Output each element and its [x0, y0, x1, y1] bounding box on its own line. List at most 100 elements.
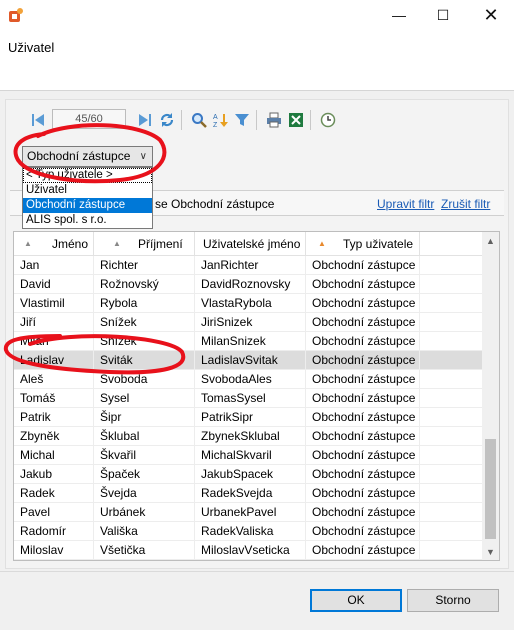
- table-cell: Svoboda: [94, 370, 195, 389]
- table-cell: PatrikSipr: [195, 408, 306, 427]
- table-cell: Snížek: [94, 332, 195, 351]
- svg-text:Z: Z: [213, 122, 218, 128]
- table-row[interactable]: Jakub Špaček JakubSpacek Obchodní zástupce: [14, 465, 484, 484]
- table-cell: Obchodní zástupce: [306, 446, 420, 465]
- users-table: ▲ Jméno ▲ Příjmení Uživatelské jméno ▲ T…: [13, 231, 500, 561]
- table-cell: Švejda: [94, 484, 195, 503]
- table-cell: TomasSysel: [195, 389, 306, 408]
- table-cell: MichalSkvaril: [195, 446, 306, 465]
- table-cell: Miloslav: [14, 541, 94, 560]
- table-cell: Jiří: [14, 313, 94, 332]
- scroll-up-icon[interactable]: ▲: [482, 232, 499, 249]
- table-cell: MilanSnizek: [195, 332, 306, 351]
- table-row[interactable]: Jiří Snížek JiriSnizek Obchodní zástupce: [14, 313, 484, 332]
- table-row[interactable]: Patrik Šipr PatrikSipr Obchodní zástupce: [14, 408, 484, 427]
- filter-icon[interactable]: [232, 110, 252, 130]
- first-record-icon[interactable]: [28, 110, 48, 130]
- table-row[interactable]: Michal Škvařil MichalSkvaril Obchodní zástu…: [14, 446, 484, 465]
- user-type-option-selected[interactable]: Obchodní zástupce: [23, 198, 152, 213]
- table-cell: Obchodní zástupce: [306, 332, 420, 351]
- table-cell: Urbánek: [94, 503, 195, 522]
- last-record-icon[interactable]: [135, 110, 155, 130]
- column-label: Uživatelské jméno: [203, 237, 301, 251]
- toolbar-separator: [256, 110, 257, 130]
- table-cell: Snížek: [94, 313, 195, 332]
- table-cell: DavidRoznovsky: [195, 275, 306, 294]
- table-cell: ZbynekSklubal: [195, 427, 306, 446]
- table-cell: Aleš: [14, 370, 94, 389]
- excel-export-icon[interactable]: [286, 110, 306, 130]
- table-row[interactable]: Ladislav Sviták LadislavSvitak Obchodní zás…: [14, 351, 484, 370]
- ok-button[interactable]: OK: [310, 589, 402, 612]
- maximize-button[interactable]: ☐: [420, 0, 466, 30]
- column-label: Příjmení: [138, 237, 183, 251]
- table-row[interactable]: Tomáš Sysel TomasSysel Obchodní zástupce: [14, 389, 484, 408]
- table-row[interactable]: Milan Snížek MilanSnizek Obchodní zástupce: [14, 332, 484, 351]
- table-cell: Richter: [94, 256, 195, 275]
- table-cell: Všetička: [94, 541, 195, 560]
- print-icon[interactable]: [264, 110, 284, 130]
- toolbar-separator: [310, 110, 311, 130]
- search-icon[interactable]: [189, 110, 209, 130]
- dialog-title: Uživatel: [8, 40, 55, 55]
- table-cell: Obchodní zástupce: [306, 313, 420, 332]
- table-row[interactable]: David Rožnovský DavidRoznovsky Obchodní zás…: [14, 275, 484, 294]
- table-cell: Radomír: [14, 522, 94, 541]
- table-row[interactable]: Vlastimil Rybola VlastaRybola Obchodní zást…: [14, 294, 484, 313]
- app-icon: [9, 8, 23, 22]
- svg-text:A: A: [213, 114, 218, 121]
- table-row[interactable]: Miloslav Všetička MiloslavVseticka Obchodní…: [14, 541, 484, 560]
- table-cell: Vališka: [94, 522, 195, 541]
- column-header-first-name[interactable]: ▲ Jméno: [14, 232, 94, 256]
- table-cell: Ladislav: [14, 351, 94, 370]
- user-type-select-value: Obchodní zástupce: [27, 149, 131, 163]
- column-header-user-type[interactable]: ▲ Typ uživatele: [306, 232, 420, 256]
- table-header: ▲ Jméno ▲ Příjmení Uživatelské jméno ▲ T…: [14, 232, 484, 256]
- table-row[interactable]: Radek Švejda RadekSvejda Obchodní zástupce: [14, 484, 484, 503]
- minimize-button[interactable]: —: [376, 0, 422, 30]
- table-cell: Michal: [14, 446, 94, 465]
- toolbar: 45/60 AZ: [20, 106, 350, 134]
- table-row[interactable]: Aleš Svoboda SvobodaAles Obchodní zástupce: [14, 370, 484, 389]
- table-cell: Sviták: [94, 351, 195, 370]
- clear-filter-link[interactable]: Zrušit filtr: [441, 197, 490, 211]
- user-type-option[interactable]: ALIS spol. s r.o.: [23, 213, 152, 228]
- user-type-option[interactable]: Uživatel: [23, 183, 152, 198]
- table-cell: Obchodní zástupce: [306, 256, 420, 275]
- history-icon[interactable]: [318, 110, 338, 130]
- scroll-thumb[interactable]: [485, 439, 496, 539]
- table-cell: JanRichter: [195, 256, 306, 275]
- column-header-username[interactable]: Uživatelské jméno: [195, 232, 306, 256]
- table-cell: RadekValiska: [195, 522, 306, 541]
- table-cell: VlastaRybola: [195, 294, 306, 313]
- user-type-option[interactable]: < Typ uživatele >: [23, 168, 152, 183]
- table-row[interactable]: Jan Richter JanRichter Obchodní zástupce: [14, 256, 484, 275]
- vertical-scrollbar[interactable]: ▲ ▼: [482, 232, 499, 560]
- user-type-select[interactable]: Obchodní zástupce ∨: [22, 146, 153, 167]
- table-cell: Obchodní zástupce: [306, 275, 420, 294]
- table-cell: Vlastimil: [14, 294, 94, 313]
- column-header-last-name[interactable]: ▲ Příjmení: [94, 232, 195, 256]
- refresh-icon[interactable]: [157, 110, 177, 130]
- table-cell: Šklubal: [94, 427, 195, 446]
- table-cell: Milan: [14, 332, 94, 351]
- table-cell: JakubSpacek: [195, 465, 306, 484]
- edit-filter-link[interactable]: Upravit filtr: [377, 197, 434, 211]
- record-pager[interactable]: 45/60: [52, 109, 126, 129]
- scroll-down-icon[interactable]: ▼: [482, 543, 499, 560]
- cancel-button[interactable]: Storno: [407, 589, 499, 612]
- table-cell: Škvařil: [94, 446, 195, 465]
- sort-arrow-icon: ▲: [318, 239, 326, 248]
- table-cell: Šipr: [94, 408, 195, 427]
- table-cell: Obchodní zástupce: [306, 294, 420, 313]
- table-cell: Rožnovský: [94, 275, 195, 294]
- table-row[interactable]: Radomír Vališka RadekValiska Obchodní zástu…: [14, 522, 484, 541]
- title-bar: — ☐ ✕: [0, 0, 514, 30]
- table-cell: Obchodní zástupce: [306, 484, 420, 503]
- close-button[interactable]: ✕: [468, 0, 514, 30]
- table-cell: Obchodní zástupce: [306, 465, 420, 484]
- table-cell: Špaček: [94, 465, 195, 484]
- table-row[interactable]: Pavel Urbánek UrbanekPavel Obchodní zástupc…: [14, 503, 484, 522]
- table-row[interactable]: Zbyněk Šklubal ZbynekSklubal Obchodní zástu…: [14, 427, 484, 446]
- sort-az-icon[interactable]: AZ: [210, 110, 230, 130]
